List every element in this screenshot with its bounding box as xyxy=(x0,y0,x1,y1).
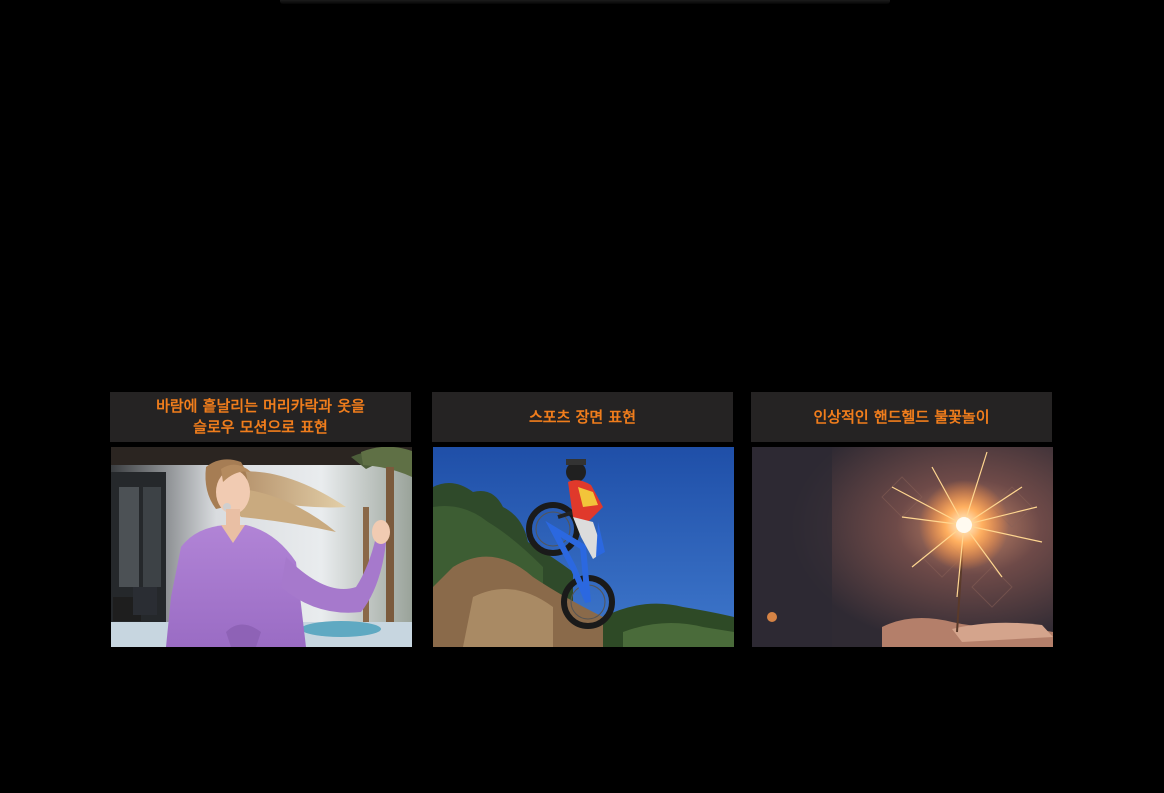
card-caption-text: 인상적인 핸드헬드 불꽃놀이 xyxy=(813,407,990,426)
woman-hair-blowing-photo xyxy=(111,447,412,647)
page: 바람에 흩날리는 머리카락과 옷을 슬로우 모션으로 표현 스포츠 장면 표현 … xyxy=(0,0,1164,793)
top-divider xyxy=(280,0,890,4)
card-caption: 스포츠 장면 표현 xyxy=(432,392,733,442)
card-caption-text: 스포츠 장면 표현 xyxy=(528,407,637,426)
feature-card-sports: 스포츠 장면 표현 xyxy=(432,392,734,648)
card-caption: 바람에 흩날리는 머리카락과 옷을 슬로우 모션으로 표현 xyxy=(110,392,411,442)
card-caption-text: 바람에 흩날리는 머리카락과 옷을 슬로우 모션으로 표현 xyxy=(156,397,365,436)
sparkler-in-hands-photo xyxy=(752,447,1053,647)
feature-card-sparkler: 인상적인 핸드헬드 불꽃놀이 xyxy=(751,392,1053,648)
feature-card-slow-motion: 바람에 흩날리는 머리카락과 옷을 슬로우 모션으로 표현 xyxy=(110,392,412,648)
card-caption: 인상적인 핸드헬드 불꽃놀이 xyxy=(751,392,1052,442)
bmx-rider-jump-photo xyxy=(433,447,734,647)
feature-cards: 바람에 흩날리는 머리카락과 옷을 슬로우 모션으로 표현 스포츠 장면 표현 … xyxy=(110,392,1054,648)
